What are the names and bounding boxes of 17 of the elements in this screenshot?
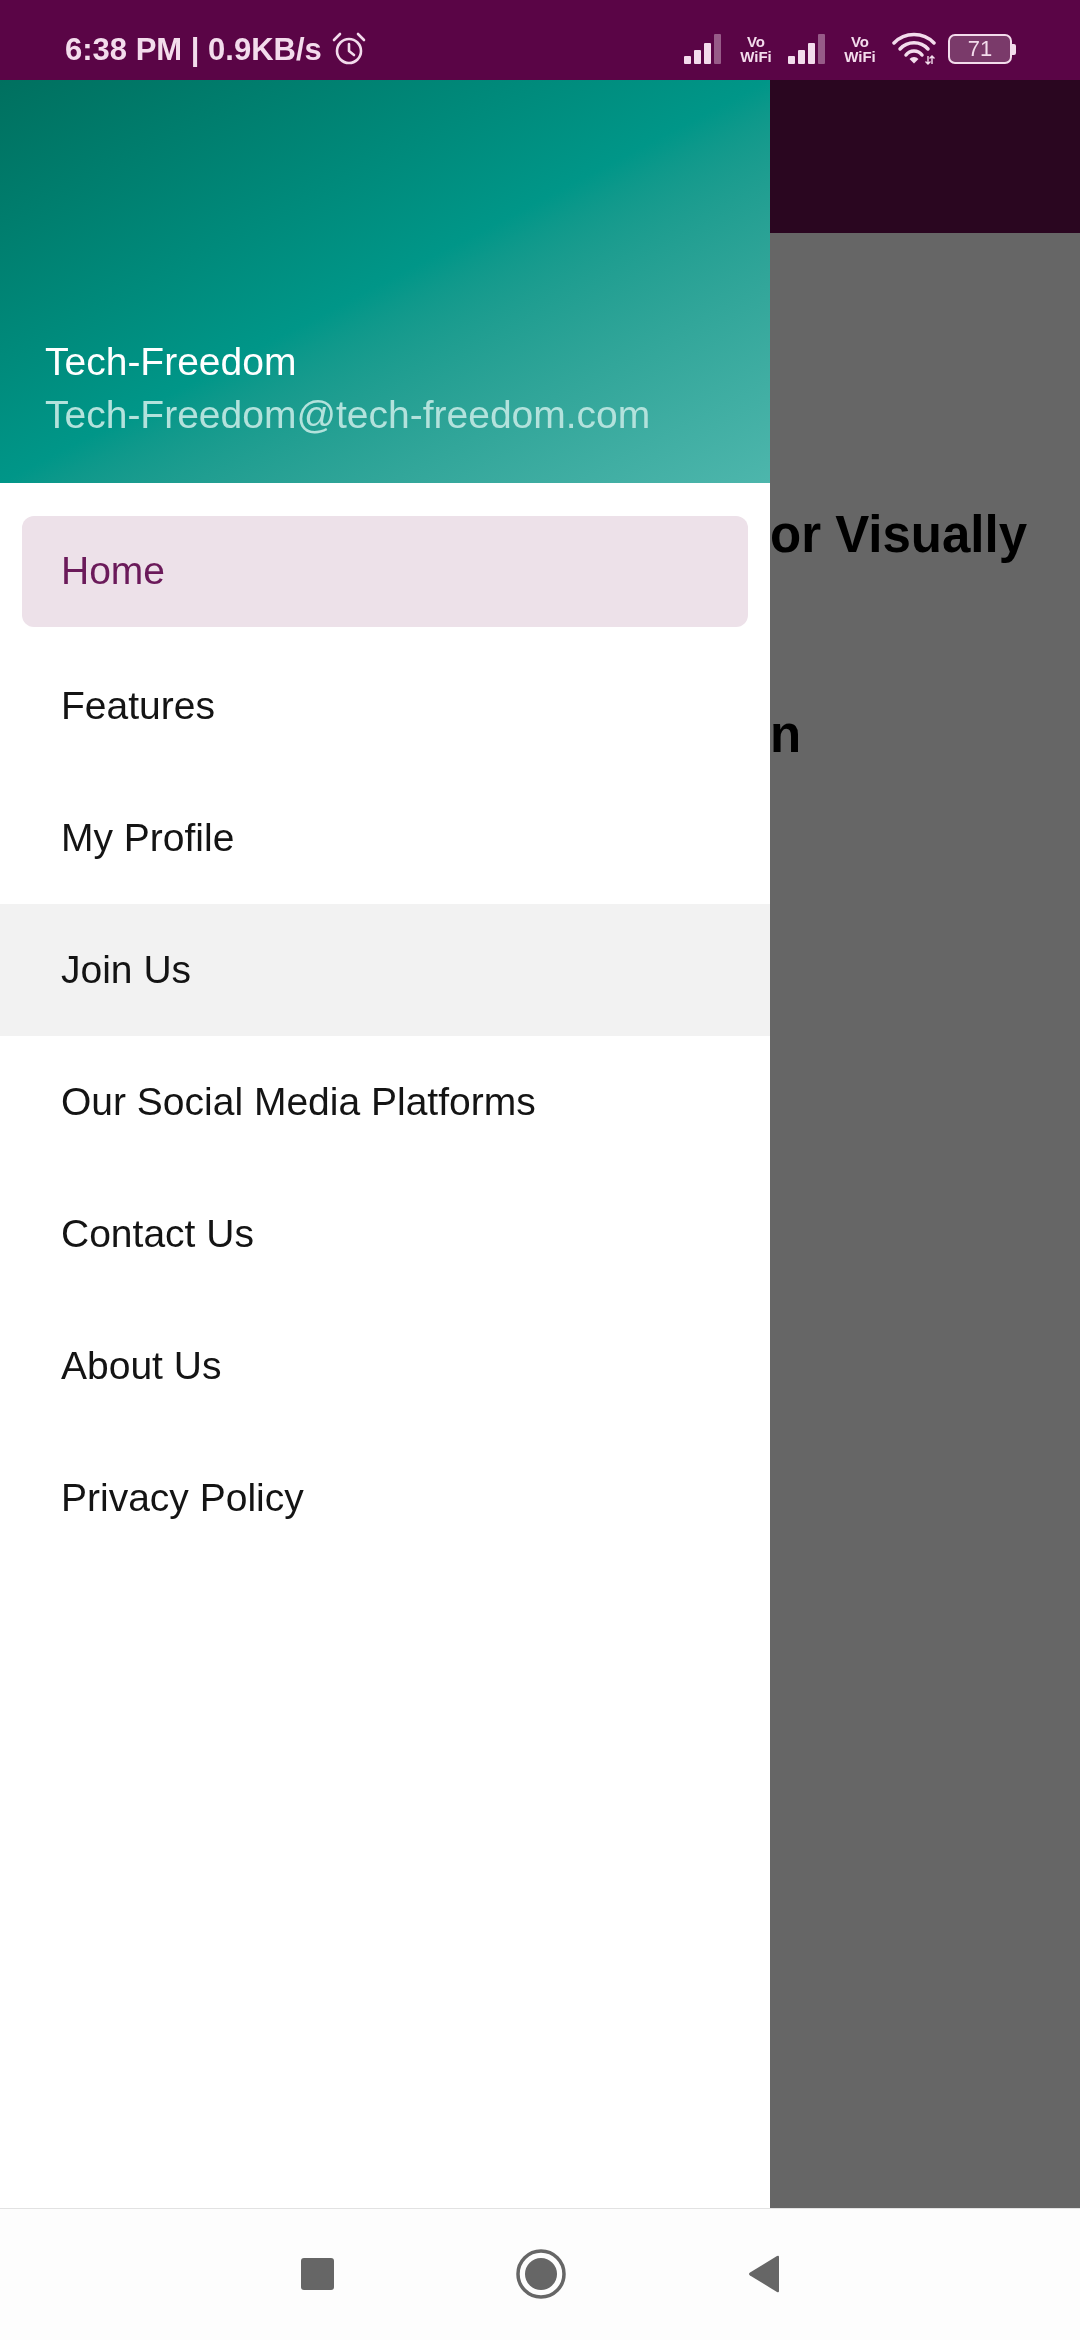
account-email: Tech-Freedom@tech-freedom.com <box>45 392 651 438</box>
account-name: Tech-Freedom <box>45 339 297 385</box>
wifi-icon <box>892 32 936 66</box>
battery-indicator: 71 <box>948 34 1016 64</box>
alarm-clock-icon <box>331 32 366 66</box>
signal-icon <box>684 34 724 64</box>
page-heading-fragment: n <box>770 705 802 765</box>
drawer-menu-item[interactable]: Join Us <box>0 904 770 1036</box>
page-heading-fragment: or Visually <box>770 505 1028 565</box>
vowifi-label: Vo WiFi <box>843 34 877 64</box>
back-button[interactable] <box>747 2254 780 2293</box>
vowifi-label: Vo WiFi <box>739 34 773 64</box>
drawer-menu-item[interactable]: Home <box>22 516 748 627</box>
recents-button[interactable] <box>300 2257 334 2290</box>
home-button[interactable] <box>515 2248 566 2299</box>
signal-icon <box>788 34 828 64</box>
time-and-speed: 6:38 PM | 0.9KB/s <box>65 33 322 65</box>
